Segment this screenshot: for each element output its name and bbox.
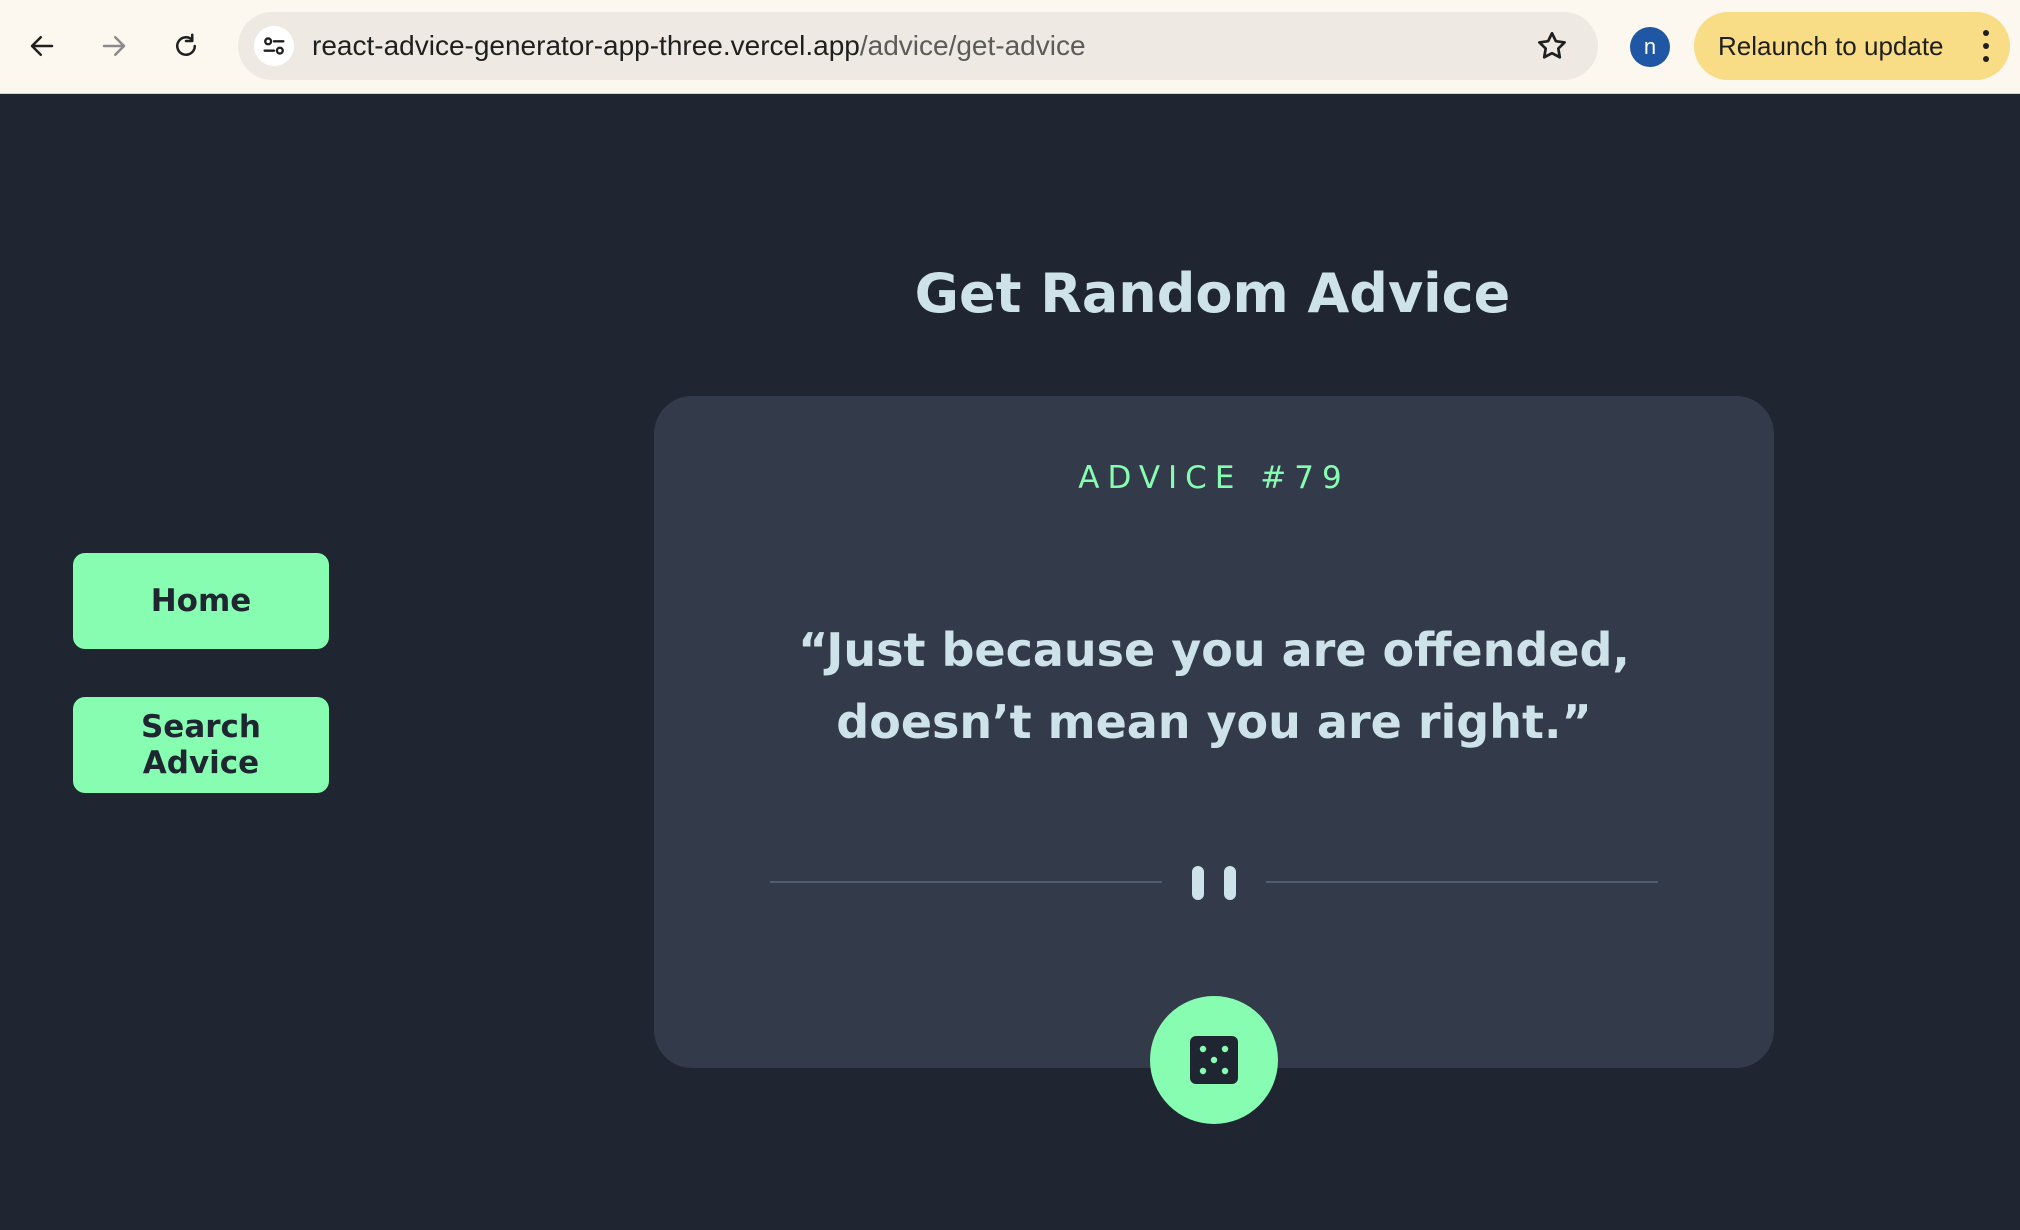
- avatar[interactable]: n: [1630, 27, 1670, 67]
- advice-text: “Just because you are offended, doesn’t …: [798, 623, 1630, 749]
- dice-icon: [1190, 1036, 1238, 1084]
- home-button[interactable]: Home: [73, 553, 329, 649]
- address-bar[interactable]: react-advice-generator-app-three.vercel.…: [238, 12, 1598, 80]
- reload-icon: [176, 33, 196, 56]
- url-path: /advice/get-advice: [859, 30, 1086, 61]
- search-advice-button[interactable]: Search Advice: [73, 697, 329, 793]
- forward-button[interactable]: [90, 22, 138, 70]
- advice-id: ADVICE #79: [1078, 460, 1350, 496]
- advice-card: ADVICE #79 “Just because you are offende…: [654, 396, 1774, 1068]
- arrow-left-icon: [30, 36, 54, 56]
- generate-advice-button[interactable]: [1150, 996, 1278, 1124]
- divider: [770, 858, 1658, 906]
- divider-line-right: [1266, 881, 1658, 883]
- reload-button[interactable]: [162, 22, 210, 70]
- profile-initial: n: [1643, 34, 1657, 59]
- page-content: Get Random Advice Home Search Advice ADV…: [0, 94, 2020, 1230]
- url-host: react-advice-generator-app-three.vercel.…: [312, 30, 860, 61]
- back-button[interactable]: [18, 22, 66, 70]
- arrow-right-icon: [102, 36, 126, 56]
- kebab-menu-icon[interactable]: [1980, 30, 1992, 62]
- browser-toolbar: react-advice-generator-app-three.vercel.…: [0, 0, 2020, 94]
- star-icon[interactable]: [1534, 28, 1570, 64]
- pause-icon: [1192, 866, 1236, 900]
- url-text[interactable]: react-advice-generator-app-three.vercel.…: [312, 12, 1086, 80]
- tune-icon[interactable]: [254, 26, 294, 66]
- relaunch-button[interactable]: Relaunch to update: [1694, 12, 2010, 80]
- divider-line-left: [770, 881, 1162, 883]
- relaunch-label: Relaunch to update: [1718, 30, 1944, 61]
- page-title: Get Random Advice: [914, 262, 1511, 325]
